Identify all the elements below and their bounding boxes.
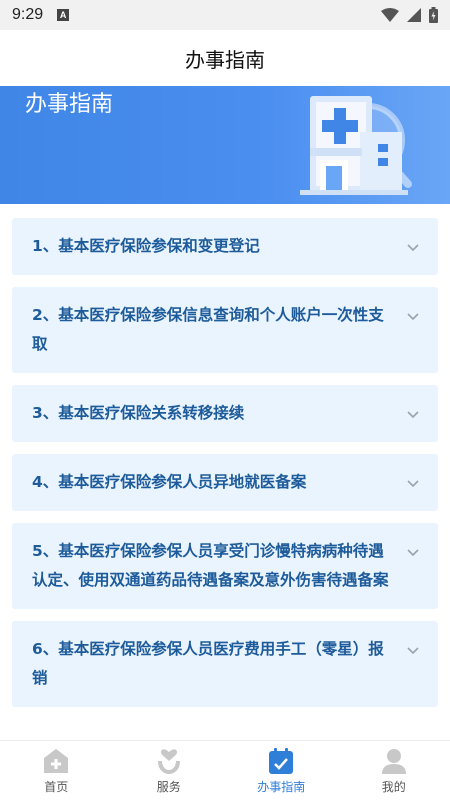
app-header: 办事指南 [0,30,450,86]
tab-guide[interactable]: 办事指南 [225,741,338,800]
bottom-tab-bar: 首页 服务 办事指南 我的 [0,740,450,800]
tab-guide-label: 办事指南 [257,780,306,794]
wifi-icon [381,8,399,22]
home-icon [44,749,69,773]
tab-service[interactable]: 服务 [113,741,226,800]
battery-icon [429,7,438,23]
chevron-down-icon [407,313,419,321]
guide-item-5[interactable]: 5、基本医疗保险参保人员享受门诊慢特病病种待遇认定、使用双通道药品待遇备案及意外… [12,523,438,609]
guide-item-2[interactable]: 2、基本医疗保险参保信息查询和个人账户一次性支取 [12,287,438,373]
status-icons [381,7,438,23]
status-time: 9:29 [12,6,44,23]
tab-home[interactable]: 首页 [0,741,113,800]
guide-item-label: 3、基本医疗保险关系转移接续 [32,404,245,422]
chevron-down-icon [407,244,419,252]
guide-item-1[interactable]: 1、基本医疗保险参保和变更登记 [12,218,438,275]
tab-mine-label: 我的 [381,780,406,794]
calendar-check-icon [269,748,294,774]
tab-mine[interactable]: 我的 [338,741,450,800]
status-bar: 9:29 A [0,0,450,30]
guide-item-4[interactable]: 4、基本医疗保险参保人员异地就医备案 [12,454,438,511]
chevron-down-icon [407,480,419,488]
guide-item-label: 5、基本医疗保险参保人员享受门诊慢特病病种待遇认定、使用双通道药品待遇备案及意外… [32,542,389,589]
chevron-down-icon [407,647,419,655]
guide-item-label: 6、基本医疗保险参保人员医疗费用手工（零星）报销 [32,640,384,687]
page-title: 办事指南 [185,47,265,72]
guide-item-label: 4、基本医疗保险参保人员异地就医备案 [32,473,307,491]
user-icon [381,749,406,774]
chevron-down-icon [407,549,419,557]
guide-item-3[interactable]: 3、基本医疗保险关系转移接续 [12,385,438,442]
signal-icon [407,8,421,22]
tab-service-label: 服务 [156,780,181,794]
guide-item-label: 2、基本医疗保险参保信息查询和个人账户一次性支取 [32,306,384,353]
guide-list: 1、基本医疗保险参保和变更登记 2、基本医疗保险参保信息查询和个人账户一次性支取… [12,218,438,719]
hospital-illustration-icon [300,96,412,195]
notification-a-icon: A [57,9,70,21]
banner: 办事指南 [0,86,450,204]
guide-item-label: 1、基本医疗保险参保和变更登记 [32,237,260,255]
guide-item-6[interactable]: 6、基本医疗保险参保人员医疗费用手工（零星）报销 [12,621,438,707]
heart-hand-icon [157,749,180,774]
banner-title: 办事指南 [25,92,114,117]
chevron-down-icon [407,411,419,419]
tab-home-label: 首页 [44,780,69,794]
